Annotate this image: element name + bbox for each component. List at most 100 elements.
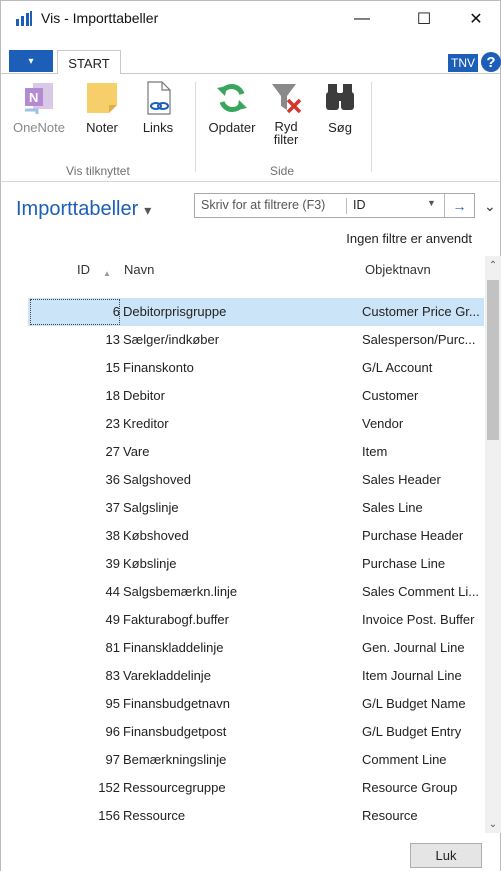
cell-object: Vendor xyxy=(362,416,404,431)
help-icon[interactable]: ? xyxy=(481,52,501,72)
clear-filter-label: Ryd filter xyxy=(273,119,299,147)
binoculars-icon xyxy=(322,80,358,116)
vertical-scrollbar[interactable]: ⌃ ⌄ xyxy=(485,256,501,833)
cell-object: Sales Line xyxy=(362,500,423,515)
column-header-name[interactable]: Navn xyxy=(124,262,154,277)
cell-name: Sælger/indkøber xyxy=(123,332,220,347)
cell-id: 49 xyxy=(105,612,120,627)
note-icon xyxy=(84,80,120,116)
app-icon xyxy=(16,11,32,26)
close-window-button[interactable]: ✕ xyxy=(453,1,499,37)
cell-object: Purchase Line xyxy=(362,556,446,571)
table-row[interactable]: 15 Finanskonto G/L Account xyxy=(28,354,484,382)
scrollbar-thumb[interactable] xyxy=(487,280,499,440)
table-row[interactable]: 6 Debitorprisgruppe Customer Price Gr... xyxy=(28,298,484,326)
table-row[interactable]: 23 Kreditor Vendor xyxy=(28,410,484,438)
sort-ascending-icon: ▲ xyxy=(103,269,111,278)
cell-id: 36 xyxy=(105,472,120,487)
cell-name: Salgslinje xyxy=(123,500,179,515)
cell-object: Purchase Header xyxy=(362,528,464,543)
table-row[interactable]: 95 Finansbudgetnavn G/L Budget Name xyxy=(28,690,484,718)
maximize-button[interactable]: ☐ xyxy=(401,1,447,37)
table-row[interactable]: 39 Købslinje Purchase Line xyxy=(28,550,484,578)
cell-object: G/L Account xyxy=(362,360,433,375)
page-title[interactable]: Importtabeller ▾ xyxy=(16,198,151,221)
column-header-object[interactable]: Objektnavn xyxy=(365,262,431,277)
cell-id: 38 xyxy=(105,528,120,543)
cell-object: Sales Header xyxy=(362,472,441,487)
table-row[interactable]: 96 Finansbudgetpost G/L Budget Entry xyxy=(28,718,484,746)
cell-name: Ressourcegruppe xyxy=(123,780,226,795)
collapse-chevron-icon[interactable]: ⌄ xyxy=(484,198,496,215)
links-label: Links xyxy=(142,120,174,135)
noter-button[interactable]: Noter xyxy=(77,80,127,135)
link-icon xyxy=(140,80,176,116)
cell-object: Comment Line xyxy=(362,752,447,767)
cell-object: Invoice Post. Buffer xyxy=(362,612,475,627)
cell-name: Debitor xyxy=(123,388,165,403)
cell-id: 97 xyxy=(105,752,120,767)
refresh-button[interactable]: Opdater xyxy=(202,80,262,135)
table-row[interactable]: 156 Ressource Resource xyxy=(28,802,484,830)
table-row[interactable]: 37 Salgslinje Sales Line xyxy=(28,494,484,522)
column-header-id[interactable]: ID xyxy=(77,262,90,277)
cell-name: Debitorprisgruppe xyxy=(123,304,227,319)
tab-start[interactable]: START xyxy=(57,50,121,75)
cell-id: 96 xyxy=(105,724,120,739)
table-row[interactable]: 18 Debitor Customer xyxy=(28,382,484,410)
chevron-down-icon[interactable]: ▾ xyxy=(144,202,151,218)
cell-name: Købslinje xyxy=(123,556,177,571)
table-row[interactable]: 38 Købshoved Purchase Header xyxy=(28,522,484,550)
cell-object: G/L Budget Name xyxy=(362,696,466,711)
group-label-vis-tilknyttet: Vis tilknyttet xyxy=(66,164,130,178)
onenote-button[interactable]: N OneNote xyxy=(9,80,69,135)
cell-id: 27 xyxy=(105,444,120,459)
table-row[interactable]: 36 Salgshoved Sales Header xyxy=(28,466,484,494)
ribbon-group-separator xyxy=(195,82,196,172)
arrow-right-icon[interactable]: → xyxy=(444,194,474,217)
refresh-icon xyxy=(214,80,250,116)
noter-label: Noter xyxy=(86,120,118,135)
window-title: Vis - Importtabeller xyxy=(41,10,159,26)
clear-filter-button[interactable]: Ryd filter xyxy=(264,80,308,146)
filter-input[interactable]: Skriv for at filtrere (F3) xyxy=(201,198,325,212)
links-button[interactable]: Links xyxy=(135,80,181,135)
scroll-up-icon[interactable]: ⌃ xyxy=(485,256,501,274)
svg-text:N: N xyxy=(29,90,38,105)
close-button[interactable]: Luk xyxy=(410,843,482,868)
cell-name: Fakturabogf.buffer xyxy=(123,612,229,627)
cell-id: 15 xyxy=(105,360,120,375)
cell-object: Customer xyxy=(362,388,419,403)
table-row[interactable]: 49 Fakturabogf.buffer Invoice Post. Buffer xyxy=(28,606,484,634)
scroll-down-icon[interactable]: ⌄ xyxy=(485,815,501,833)
cell-id: 13 xyxy=(105,332,120,347)
table-row[interactable]: 152 Ressourcegruppe Resource Group xyxy=(28,774,484,802)
cell-name: Kreditor xyxy=(123,416,169,431)
table-row[interactable]: 27 Vare Item xyxy=(28,438,484,466)
table-row[interactable]: 81 Finanskladdelinje Gen. Journal Line xyxy=(28,634,484,662)
chevron-down-icon[interactable]: ▼ xyxy=(427,198,436,208)
filter-field-select[interactable]: ID xyxy=(353,198,366,212)
title-bar: Vis - Importtabeller — ☐ ✕ xyxy=(0,0,501,36)
cell-id: 44 xyxy=(105,584,120,599)
search-button[interactable]: Søg xyxy=(317,80,363,135)
file-menu-button[interactable]: ▾ xyxy=(9,50,53,72)
minimize-button[interactable]: — xyxy=(339,1,385,37)
ribbon-tab-row: ▾ START TNV ? xyxy=(0,50,501,75)
onenote-label: OneNote xyxy=(12,120,66,135)
table-row[interactable]: 97 Bemærkningslinje Comment Line xyxy=(28,746,484,774)
cell-id: 18 xyxy=(105,388,120,403)
search-label: Søg xyxy=(328,120,352,135)
cell-id: 23 xyxy=(105,416,120,431)
table-row[interactable]: 13 Sælger/indkøber Salesperson/Purc... xyxy=(28,326,484,354)
cell-name: Finansbudgetpost xyxy=(123,724,227,739)
user-badge[interactable]: TNV xyxy=(448,54,478,72)
cell-object: Gen. Journal Line xyxy=(362,640,465,655)
cell-name: Finanskonto xyxy=(123,360,194,375)
ribbon: N OneNote Noter Links Opdater Ryd filter… xyxy=(0,74,501,182)
cell-object: Resource Group xyxy=(362,780,458,795)
table-row[interactable]: 83 Varekladdelinje Item Journal Line xyxy=(28,662,484,690)
cell-object: Customer Price Gr... xyxy=(362,304,480,319)
refresh-label: Opdater xyxy=(208,120,256,135)
table-row[interactable]: 44 Salgsbemærkn.linje Sales Comment Li... xyxy=(28,578,484,606)
